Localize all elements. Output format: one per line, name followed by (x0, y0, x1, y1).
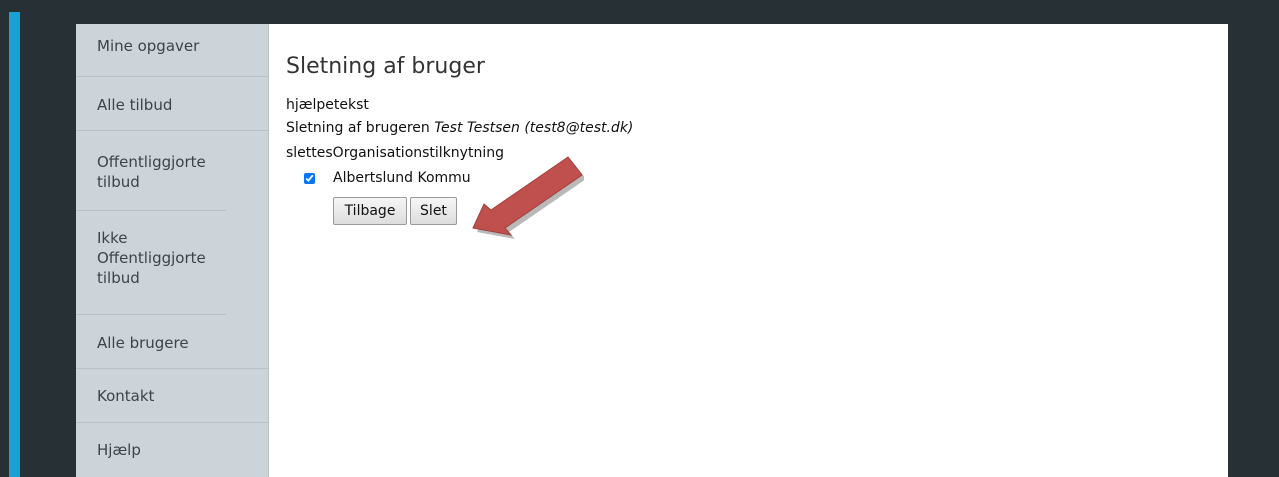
user-display: Test Testsen (test8@test.dk) (434, 120, 634, 136)
sidebar-item-alle-tilbud[interactable]: Alle tilbud (76, 77, 268, 131)
back-button[interactable]: Tilbage (333, 197, 407, 225)
sidebar-item-hjaelp[interactable]: Hjælp (76, 423, 268, 477)
sidebar-nav: Mine opgaver Alle tilbud Offentliggjorte… (76, 24, 269, 477)
main-content: Sletning af bruger hjælpetekst Sletning … (269, 24, 1228, 477)
organization-checkbox[interactable] (304, 173, 315, 184)
red-arrow-annotation (472, 156, 584, 239)
help-text: hjælpetekst (286, 97, 369, 113)
accent-bar (9, 12, 20, 477)
sidebar-item-mine-opgaver[interactable]: Mine opgaver (76, 24, 268, 77)
sidebar-item-label: Kontakt (97, 387, 155, 405)
sidebar-item-alle-brugere[interactable]: Alle brugere (76, 315, 268, 369)
page-title: Sletning af bruger (286, 54, 485, 79)
deletion-description: Sletning af brugeren Test Testsen (test8… (286, 119, 633, 137)
sidebar-item-kontakt[interactable]: Kontakt (76, 369, 268, 423)
sidebar-item-offentliggjorte-tilbud[interactable]: Offentliggjorte tilbud (76, 131, 226, 211)
sidebar-item-label: Hjælp (97, 441, 141, 459)
sidebar-item-label: Mine opgaver (97, 37, 200, 55)
sidebar-item-label: Ikke Offentliggjorte tilbud (97, 229, 206, 287)
description-prefix: Sletning af brugeren (286, 120, 435, 136)
sidebar-item-label: Alle tilbud (97, 96, 173, 114)
arrow-shape (472, 156, 583, 236)
sidebar-item-label: Alle brugere (97, 334, 189, 352)
sidebar-item-ikke-offentliggjorte-tilbud[interactable]: Ikke Offentliggjorte tilbud (76, 211, 226, 315)
sidebar-item-label: Offentliggjorte tilbud (97, 153, 206, 191)
